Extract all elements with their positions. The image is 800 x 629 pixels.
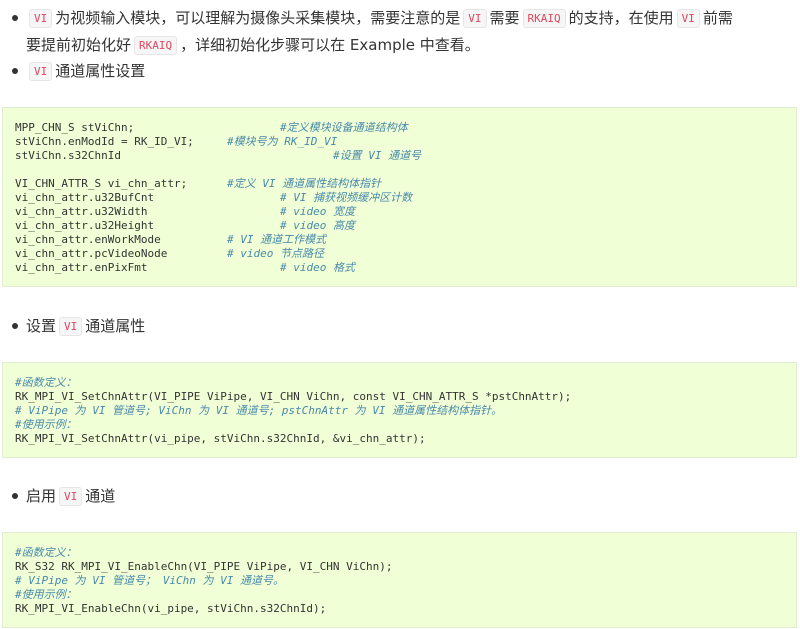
set-attr-text-a: 设置 — [26, 317, 57, 335]
code-line: vi_chn_attr.u32Width — [15, 205, 148, 218]
code-comment: #函数定义： — [15, 376, 77, 389]
intro-text-2b: ，详细初始化步骤可以在 Example 中查看。 — [180, 36, 480, 54]
intro-text-1c: 的支持，在使用 — [568, 9, 674, 27]
code-line: RK_MPI_VI_SetChnAttr(VI_PIPE ViPipe, VI_… — [15, 390, 572, 403]
attr-heading: VI 通道属性设置 — [26, 59, 145, 83]
attr-heading-text: 通道属性设置 — [55, 62, 146, 80]
code-block-chn-attr: MPP_CHN_S stViChn; #定义模块设备通道结构体 stViChn.… — [2, 107, 797, 287]
code-line: vi_chn_attr.enWorkMode — [15, 233, 161, 246]
enable-text-a: 启用 — [26, 487, 57, 505]
code-line: RK_MPI_VI_SetChnAttr(vi_pipe, stViChn.s3… — [15, 432, 426, 445]
code-block-set-chn-attr: #函数定义： RK_MPI_VI_SetChnAttr(VI_PIPE ViPi… — [2, 362, 797, 458]
code-comment: # VI 通道工作模式 — [227, 233, 327, 246]
intro-text-1b: 需要 — [489, 9, 520, 27]
code-line: stViChn.s32ChnId — [15, 149, 121, 162]
inline-code-vi: VI — [676, 9, 700, 28]
code-comment: #定义 VI 通道属性结构体指针 — [227, 177, 382, 190]
code-comment: #使用示例： — [15, 588, 77, 601]
enable-text-b: 通道 — [85, 487, 116, 505]
bullet-dot — [12, 493, 18, 499]
code-comment: #设置 VI 通道号 — [333, 149, 422, 162]
code-line: vi_chn_attr.pcVideoNode — [15, 247, 168, 260]
intro-line-1: VI 为视频输入模块，可以理解为摄像头采集模块，需要注意的是 VI 需要 RKAIQ 的支… — [26, 6, 733, 30]
code-comment: #模块号为 RK_ID_VI — [227, 135, 338, 148]
inline-code-vi: VI — [29, 9, 53, 28]
intro-text-1a: 为视频输入模块，可以理解为摄像头采集模块，需要注意的是 — [55, 9, 461, 27]
code-comment: # ViPipe 为 VI 管道号; ViChn 为 VI 通道号; pstCh… — [15, 404, 503, 417]
code-line: RK_MPI_VI_EnableChn(vi_pipe, stViChn.s32… — [15, 602, 327, 615]
enable-heading: 启用 VI 通道 — [26, 484, 115, 508]
code-line: vi_chn_attr.enPixFmt — [15, 261, 148, 274]
inline-code-rkaiq: RKAIQ — [522, 9, 566, 28]
code-comment: # video 节点路径 — [227, 247, 324, 260]
intro-text-1d: 前需 — [702, 9, 733, 27]
code-line: vi_chn_attr.u32BufCnt — [15, 191, 155, 204]
bullet-dot — [12, 15, 18, 21]
code-line: vi_chn_attr.u32Height — [15, 219, 155, 232]
set-attr-heading: 设置 VI 通道属性 — [26, 314, 145, 338]
code-line: MPP_CHN_S stViChn; — [15, 121, 135, 134]
bullet-dot — [12, 68, 18, 74]
code-comment: # video 宽度 — [280, 205, 355, 218]
inline-code-rkaiq: RKAIQ — [134, 36, 178, 55]
code-line: VI_CHN_ATTR_S vi_chn_attr; — [15, 177, 188, 190]
inline-code-vi: VI — [59, 487, 83, 506]
code-comment: # video 格式 — [280, 261, 355, 274]
code-line: stViChn.enModId = RK_ID_VI; — [15, 135, 194, 148]
inline-code-vi: VI — [29, 62, 53, 81]
code-comment: # VI 捕获视频缓冲区计数 — [280, 191, 413, 204]
set-attr-text-b: 通道属性 — [85, 317, 146, 335]
code-comment: # video 高度 — [280, 219, 355, 232]
intro-text-2a: 要提前初始化好 — [26, 36, 132, 54]
inline-code-vi: VI — [463, 9, 487, 28]
code-comment: #函数定义： — [15, 546, 77, 559]
code-comment: #使用示例： — [15, 418, 77, 431]
code-block-enable-chn: #函数定义： RK_S32 RK_MPI_VI_EnableChn(VI_PIP… — [2, 532, 797, 628]
code-comment: #定义模块设备通道结构体 — [280, 121, 408, 134]
bullet-dot — [12, 323, 18, 329]
code-comment: # ViPipe 为 VI 管道号； ViChn 为 VI 通道号。 — [15, 574, 284, 587]
inline-code-vi: VI — [59, 317, 83, 336]
code-line: RK_S32 RK_MPI_VI_EnableChn(VI_PIPE ViPip… — [15, 560, 393, 573]
intro-line-2: 要提前初始化好 RKAIQ ，详细初始化步骤可以在 Example 中查看。 — [26, 33, 480, 57]
